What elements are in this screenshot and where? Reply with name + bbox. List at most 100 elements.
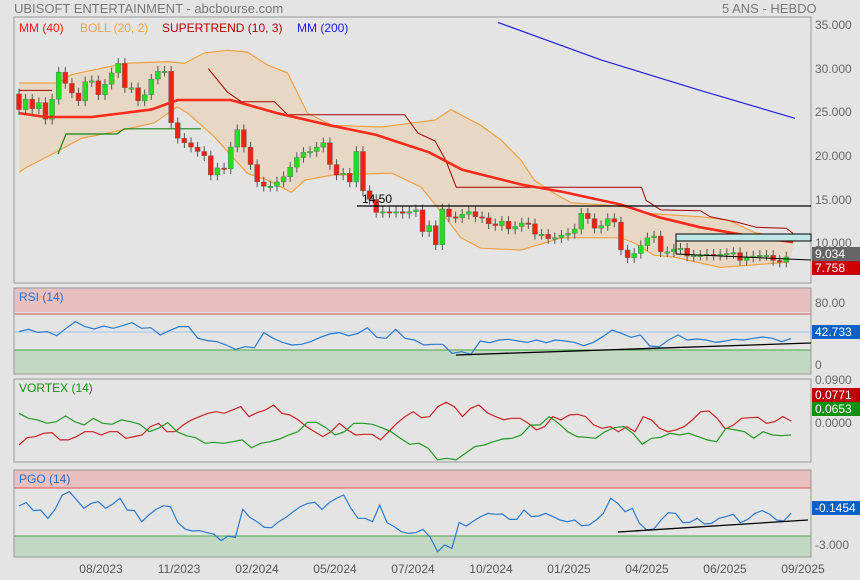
candle-up xyxy=(393,211,399,214)
candle-up xyxy=(499,220,505,226)
candle-down xyxy=(386,211,393,214)
candle-up xyxy=(459,214,465,218)
candle-down xyxy=(611,218,618,223)
vortex-title: VORTEX (14) xyxy=(19,381,93,395)
candle-up xyxy=(55,71,62,100)
candle-down xyxy=(525,222,532,225)
candle-down xyxy=(624,249,631,259)
candle-down xyxy=(261,181,267,187)
candle-up xyxy=(763,255,770,257)
candle-down xyxy=(585,213,591,219)
vortex-tick-bottom: 0.0000 xyxy=(815,416,852,430)
candle-up xyxy=(638,245,644,254)
candle-down xyxy=(181,138,188,143)
candle-up xyxy=(300,152,307,158)
candle-down xyxy=(29,98,35,109)
chart-root: UBISOFT ENTERTAINMENT - abcbourse.com 5 … xyxy=(0,0,860,580)
candle-down xyxy=(618,221,624,251)
candle-up xyxy=(439,208,446,245)
candle-up xyxy=(783,256,790,263)
candle-up xyxy=(82,81,88,102)
candle-down xyxy=(399,211,406,214)
low-price-badge: 7.758 xyxy=(812,261,860,275)
candle-up xyxy=(651,235,657,238)
candle-up xyxy=(552,237,558,240)
x-tick: 09/2025 xyxy=(781,562,825,576)
vortex-plus-badge: 0.0653 xyxy=(812,402,860,416)
candle-up xyxy=(519,222,525,227)
x-tick: 02/2024 xyxy=(235,562,279,576)
candle-down xyxy=(247,146,254,165)
x-tick: 10/2024 xyxy=(469,562,513,576)
vortex-tick-top: 0.0900 xyxy=(815,373,852,387)
candle-down xyxy=(175,122,181,139)
candle-up xyxy=(287,166,293,177)
candle-up xyxy=(115,63,121,74)
mm200-line xyxy=(497,21,796,119)
candle-up xyxy=(161,71,168,73)
candle-up xyxy=(598,225,604,229)
range-box[interactable] xyxy=(675,233,812,242)
chart-canvas[interactable] xyxy=(0,0,860,580)
candle-up xyxy=(677,248,684,250)
candle-down xyxy=(777,260,783,263)
candle-up xyxy=(102,84,108,95)
x-tick: 11/2023 xyxy=(157,562,201,576)
candle-down xyxy=(532,223,538,235)
candle-up xyxy=(512,226,518,230)
candle-down xyxy=(75,92,82,102)
instrument-title: UBISOFT ENTERTAINMENT - abcbourse.com xyxy=(14,1,284,16)
candle-up xyxy=(89,80,95,83)
rsi-title: RSI (14) xyxy=(19,290,64,304)
candle-down xyxy=(69,83,75,94)
candle-up xyxy=(644,237,651,246)
candle-up xyxy=(234,129,240,148)
candle-up xyxy=(466,211,472,215)
candle-down xyxy=(208,155,214,176)
candle-up xyxy=(353,151,360,183)
candle-up xyxy=(148,78,155,95)
candle-down xyxy=(122,63,128,88)
candle-down xyxy=(62,71,69,84)
candle-up xyxy=(141,94,148,102)
candle-up xyxy=(267,186,274,189)
candle-down xyxy=(201,151,207,157)
candle-up xyxy=(22,98,29,110)
candle-up xyxy=(571,228,578,234)
rsi-line xyxy=(18,320,792,355)
vortex-minus-badge: 0.0771 xyxy=(812,388,860,402)
candle-down xyxy=(485,217,492,225)
candle-down xyxy=(333,164,340,176)
x-tick: 05/2024 xyxy=(313,562,357,576)
candle-up xyxy=(757,255,763,257)
candle-down xyxy=(95,80,102,95)
rsi-tick-top: 80.00 xyxy=(815,296,846,310)
rsi-tick-bottom: 0 xyxy=(815,358,822,372)
candle-down xyxy=(135,87,141,102)
candle-up xyxy=(664,251,670,254)
candle-up xyxy=(380,211,386,214)
candle-down xyxy=(194,146,201,152)
legend-supertrend: SUPERTREND (10, 3) xyxy=(162,21,283,35)
candle-up xyxy=(320,142,326,148)
x-tick: 07/2024 xyxy=(391,562,435,576)
pgo-oversold-zone xyxy=(14,536,811,557)
candle-up xyxy=(413,209,419,212)
candle-up xyxy=(691,255,697,257)
candle-down xyxy=(254,164,260,183)
price-tick: 20.000 xyxy=(815,149,852,163)
candle-up xyxy=(605,218,611,226)
candle-up xyxy=(631,253,637,259)
pgo-value-badge: -0.1454 xyxy=(812,501,860,515)
candle-down xyxy=(433,225,439,245)
legend-mm40: MM (40) xyxy=(19,21,64,35)
candle-up xyxy=(538,234,545,236)
candle-down xyxy=(492,223,498,226)
candle-up xyxy=(280,176,287,183)
candle-up xyxy=(313,146,320,152)
x-tick: 08/2023 xyxy=(79,562,123,576)
candle-up xyxy=(578,213,584,230)
candle-down xyxy=(446,208,452,218)
candle-down xyxy=(327,142,333,165)
candle-up xyxy=(730,252,737,255)
